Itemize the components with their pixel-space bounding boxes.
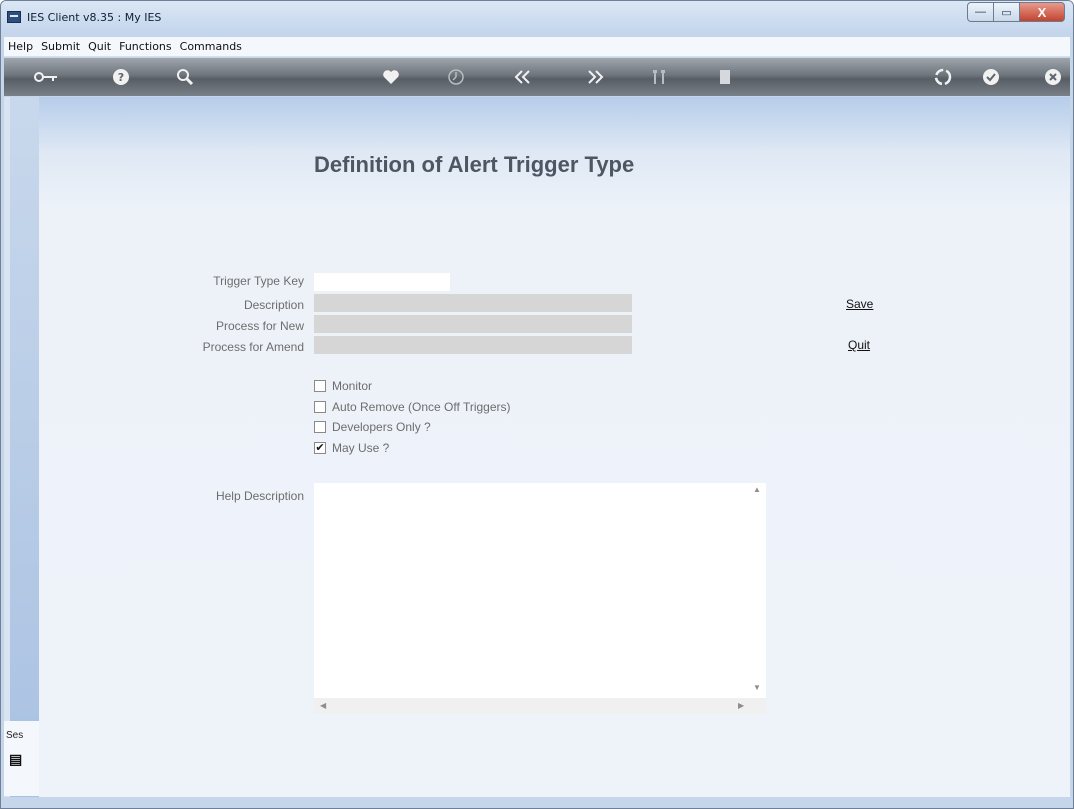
scroll-corner [749, 698, 766, 714]
window-title: IES Client v8.35 : My IES [27, 11, 162, 24]
heart-icon[interactable] [380, 66, 402, 88]
may-use-label: May Use ? [332, 441, 390, 455]
minimize-icon: — [975, 6, 986, 18]
menu-functions[interactable]: Functions [119, 40, 172, 53]
help-description-box: ▲ ▼ ◀ ▶ [314, 483, 766, 714]
tools-icon[interactable] [648, 66, 670, 88]
recycle-icon[interactable] [932, 66, 954, 88]
app-window: IES Client v8.35 : My IES — ▭ X Help Sub… [0, 0, 1074, 809]
close-window-icon: X [1037, 4, 1047, 20]
may-use-checkbox-row[interactable]: ✔ May Use ? [314, 440, 389, 456]
process-for-amend-label: Process for Amend [202, 340, 304, 354]
menu-quit[interactable]: Quit [88, 40, 111, 53]
search-icon[interactable] [174, 66, 196, 88]
scroll-right-icon[interactable]: ▶ [738, 701, 744, 710]
developers-only-checkbox-row[interactable]: Developers Only ? [314, 419, 431, 435]
window-controls: — ▭ X [967, 2, 1065, 22]
auto-remove-checkbox[interactable] [314, 401, 326, 413]
clock-icon[interactable] [445, 66, 467, 88]
developers-only-label: Developers Only ? [332, 420, 431, 434]
trigger-type-key-label: Trigger Type Key [213, 274, 304, 288]
check-icon[interactable] [980, 66, 1002, 88]
menu-submit[interactable]: Submit [41, 40, 80, 53]
document-icon[interactable]: ▤ [9, 751, 22, 768]
quit-link[interactable]: Quit [848, 338, 870, 352]
toolbar: ? [4, 58, 1070, 96]
menu-help[interactable]: Help [8, 40, 33, 53]
process-for-new-label: Process for New [215, 319, 304, 333]
description-label: Description [243, 298, 304, 312]
maximize-button[interactable]: ▭ [994, 2, 1020, 22]
process-for-new-input[interactable] [314, 315, 632, 333]
monitor-label: Monitor [332, 379, 373, 393]
monitor-checkbox-row[interactable]: Monitor [314, 378, 372, 394]
key-icon[interactable] [32, 66, 60, 88]
may-use-checkbox[interactable]: ✔ [314, 442, 326, 454]
monitor-checkbox[interactable] [314, 380, 326, 392]
menu-commands[interactable]: Commands [180, 40, 242, 53]
page-title: Definition of Alert Trigger Type [314, 152, 635, 177]
scroll-up-icon[interactable]: ▲ [753, 485, 761, 494]
title-bar: IES Client v8.35 : My IES — ▭ X [1, 1, 1073, 34]
auto-remove-checkbox-row[interactable]: Auto Remove (Once Off Triggers) [314, 399, 511, 415]
close-icon[interactable] [1042, 66, 1064, 88]
developers-only-checkbox[interactable] [314, 421, 326, 433]
scroll-down-icon[interactable]: ▼ [753, 683, 761, 692]
process-for-amend-input[interactable] [314, 336, 632, 354]
save-link[interactable]: Save [846, 297, 873, 311]
description-input[interactable] [314, 294, 632, 312]
close-window-button[interactable]: X [1020, 2, 1065, 22]
minimize-button[interactable]: — [967, 2, 994, 22]
help-icon[interactable]: ? [110, 66, 132, 88]
side-panel [10, 97, 39, 797]
auto-remove-label: Auto Remove (Once Off Triggers) [332, 400, 511, 414]
forward-icon[interactable] [582, 66, 606, 88]
menu-bar: Help Submit Quit Functions Commands [4, 37, 1070, 57]
checkmark-icon: ✔ [315, 442, 325, 454]
vertical-scrollbar[interactable]: ▲ ▼ [749, 483, 766, 698]
scroll-left-icon[interactable]: ◀ [320, 701, 326, 710]
rewind-icon[interactable] [512, 66, 536, 88]
help-description-label: Help Description [215, 489, 304, 503]
session-label: Ses [6, 730, 24, 741]
app-icon [7, 11, 21, 23]
help-description-textarea[interactable] [314, 483, 749, 698]
svg-text:?: ? [118, 71, 124, 84]
maximize-icon: ▭ [1001, 6, 1012, 19]
trigger-type-key-input[interactable] [314, 273, 450, 291]
page-icon[interactable] [714, 66, 736, 88]
horizontal-scrollbar[interactable]: ◀ ▶ [314, 698, 749, 714]
